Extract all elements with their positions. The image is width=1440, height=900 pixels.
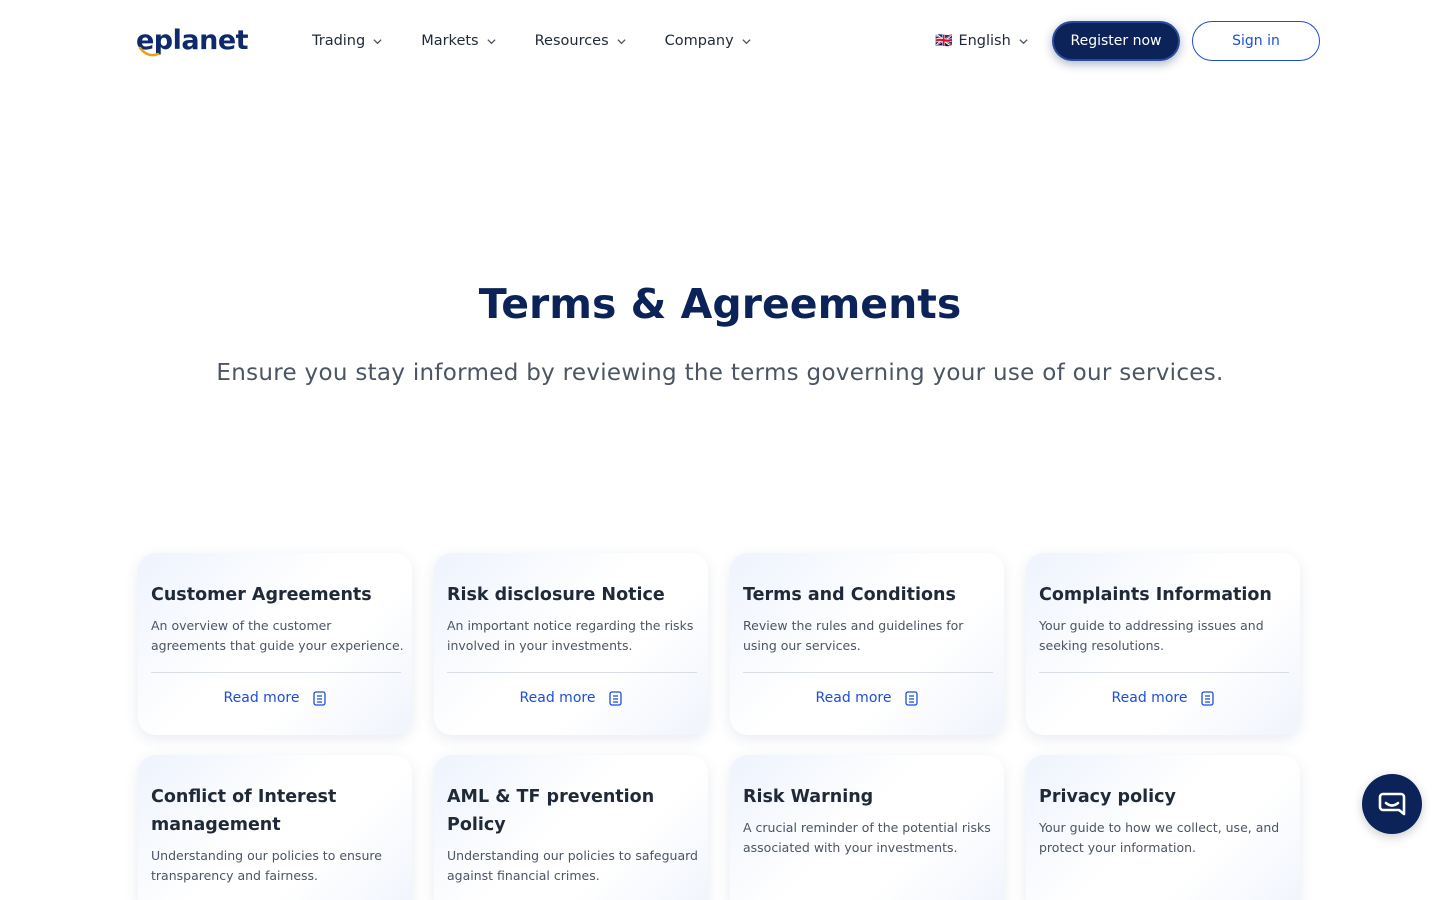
document-icon [313,690,327,706]
nav-label: Company [664,33,734,49]
read-more-label: Read more [1111,690,1188,706]
page-title: Terms & Agreements [478,280,962,328]
nav-resources[interactable]: Resources [535,30,627,52]
chevron-down-icon [616,36,627,47]
card-title: Risk Warning [743,787,874,807]
read-more-link[interactable]: Read more [138,690,412,706]
card-customer-agreements: Customer Agreements An overview of the c… [138,553,412,735]
card-title: Conflict of Interest management [151,787,337,835]
page-subtitle: Ensure you stay informed by reviewing th… [216,360,1224,386]
register-button[interactable]: Register now [1052,21,1180,61]
card-title: Privacy policy [1039,787,1176,807]
eplanet-logo[interactable]: eplanet [136,22,249,58]
card-description: Your guide to how we collect, use, and p… [1039,820,1280,855]
card-terms-and-conditions: Terms and Conditions Review the rules an… [730,553,1004,735]
nav-label: Markets [421,33,479,49]
read-more-link[interactable]: Read more [1026,690,1300,706]
logo-swoosh-icon [138,46,160,57]
document-icon [1201,690,1215,706]
main-nav: Trading Markets Resources Company [312,30,790,52]
card-title: AML & TF prevention Policy [447,787,655,835]
card-description: Your guide to addressing issues and seek… [1039,618,1264,653]
card-description: An overview of the customer agreements t… [151,618,404,653]
chevron-down-icon [1018,36,1029,47]
card-risk-disclosure-notice: Risk disclosure Notice An important noti… [434,553,708,735]
card-description: Understanding our policies to ensure tra… [151,848,382,883]
nav-label: Resources [534,33,609,49]
nav-trading[interactable]: Trading [312,30,383,52]
read-more-label: Read more [223,690,300,706]
card-title: Customer Agreements [151,585,372,605]
card-description: An important notice regarding the risks … [447,618,694,653]
language-label: English [958,33,1011,49]
nav-company[interactable]: Company [665,30,752,52]
card-aml-tf-prevention: AML & TF prevention Policy Understanding… [434,755,708,900]
card-description: A crucial reminder of the potential risk… [743,820,991,855]
card-divider [447,672,697,673]
read-more-label: Read more [519,690,596,706]
card-description: Understanding our policies to safeguard … [447,848,698,883]
site-header: eplanet Trading Markets Resources Compan… [0,0,1440,82]
language-selector[interactable]: 🇬🇧 English [935,30,1029,52]
chevron-down-icon [372,36,383,47]
card-conflict-of-interest: Conflict of Interest management Understa… [138,755,412,900]
sign-in-button[interactable]: Sign in [1192,21,1320,61]
chevron-down-icon [741,36,752,47]
card-divider [151,672,401,673]
read-more-link[interactable]: Read more [434,690,708,706]
read-more-link[interactable]: Read more [730,690,1004,706]
document-icon [905,690,919,706]
card-divider [1039,672,1289,673]
chevron-down-icon [486,36,497,47]
card-description: Review the rules and guidelines for usin… [743,618,964,653]
nav-markets[interactable]: Markets [421,30,496,52]
document-icon [609,690,623,706]
card-complaints-information: Complaints Information Your guide to add… [1026,553,1300,735]
card-privacy-policy: Privacy policy Your guide to how we coll… [1026,755,1300,900]
card-title: Terms and Conditions [743,585,956,605]
read-more-label: Read more [815,690,892,706]
card-risk-warning: Risk Warning A crucial reminder of the p… [730,755,1004,900]
card-title: Complaints Information [1039,585,1272,605]
card-title: Risk disclosure Notice [447,585,665,605]
chat-icon [1376,788,1408,820]
nav-label: Trading [312,33,366,49]
chat-widget-button[interactable] [1362,774,1422,834]
flag-icon: 🇬🇧 [935,33,953,49]
card-divider [743,672,993,673]
